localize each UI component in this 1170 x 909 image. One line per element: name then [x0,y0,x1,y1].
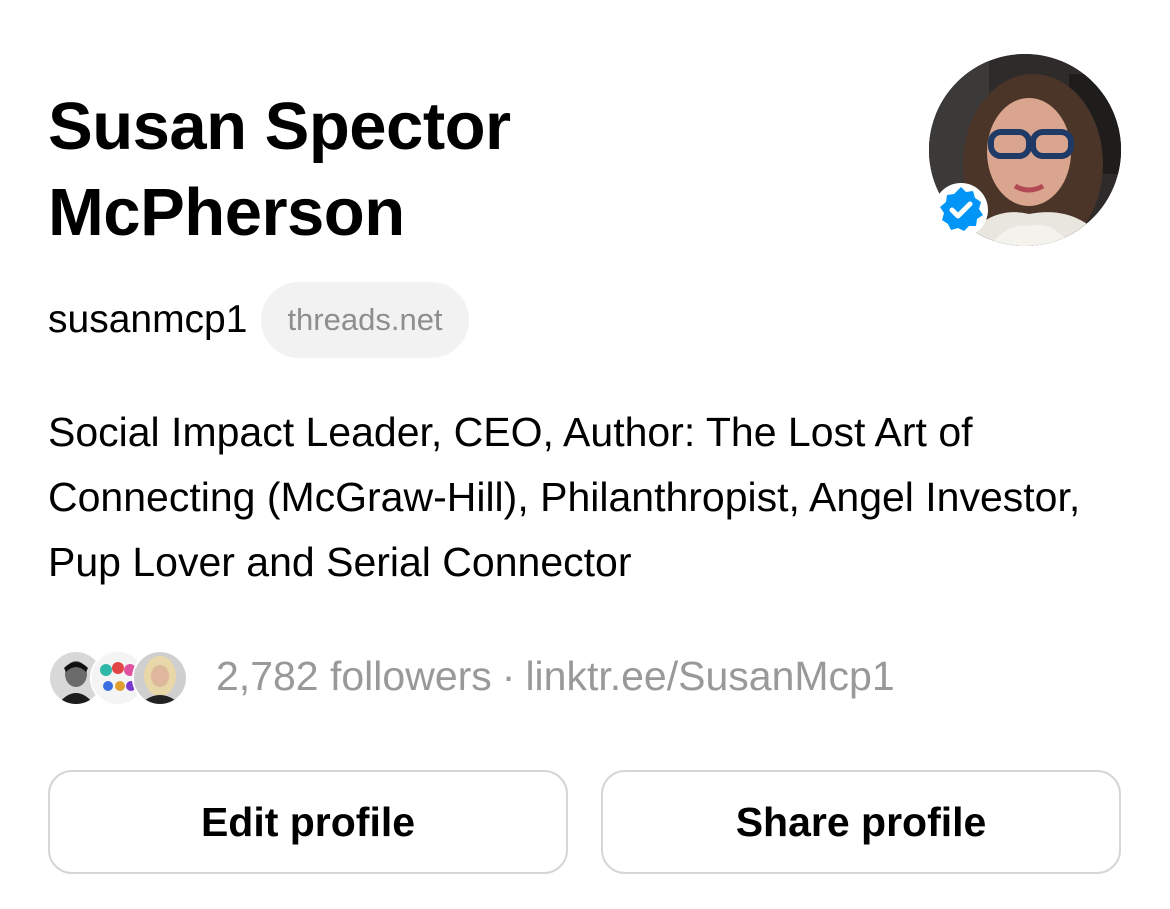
profile-actions: Edit profile Share profile [48,770,1121,874]
display-name: Susan Spector McPherson [48,84,888,256]
stats-separator: · [501,652,516,699]
display-name-line-1: Susan Spector [48,89,511,164]
domain-badge[interactable]: threads.net [261,282,469,358]
username: susanmcp1 [48,298,248,341]
edit-profile-button[interactable]: Edit profile [48,770,568,874]
profile-bio: Social Impact Leader, CEO, Author: The L… [48,409,1081,585]
profile-link[interactable]: linktr.ee/SusanMcp1 [525,653,894,699]
followers-and-link: 2,782 followers · linktr.ee/SusanMcp1 [216,653,895,700]
profile-avatar-container[interactable] [929,54,1121,246]
share-profile-button[interactable]: Share profile [601,770,1121,874]
followers-count[interactable]: 2,782 followers [216,653,492,699]
handle-row: susanmcp1 threads.net [48,282,469,358]
follower-avatar [132,650,188,706]
verified-badge-icon [933,182,989,238]
profile-header: Susan Spector McPherson [48,84,888,256]
display-name-line-2: McPherson [48,175,405,250]
stats-row: 2,782 followers · linktr.ee/SusanMcp1 [48,645,895,707]
followers-facepile[interactable] [48,648,188,706]
